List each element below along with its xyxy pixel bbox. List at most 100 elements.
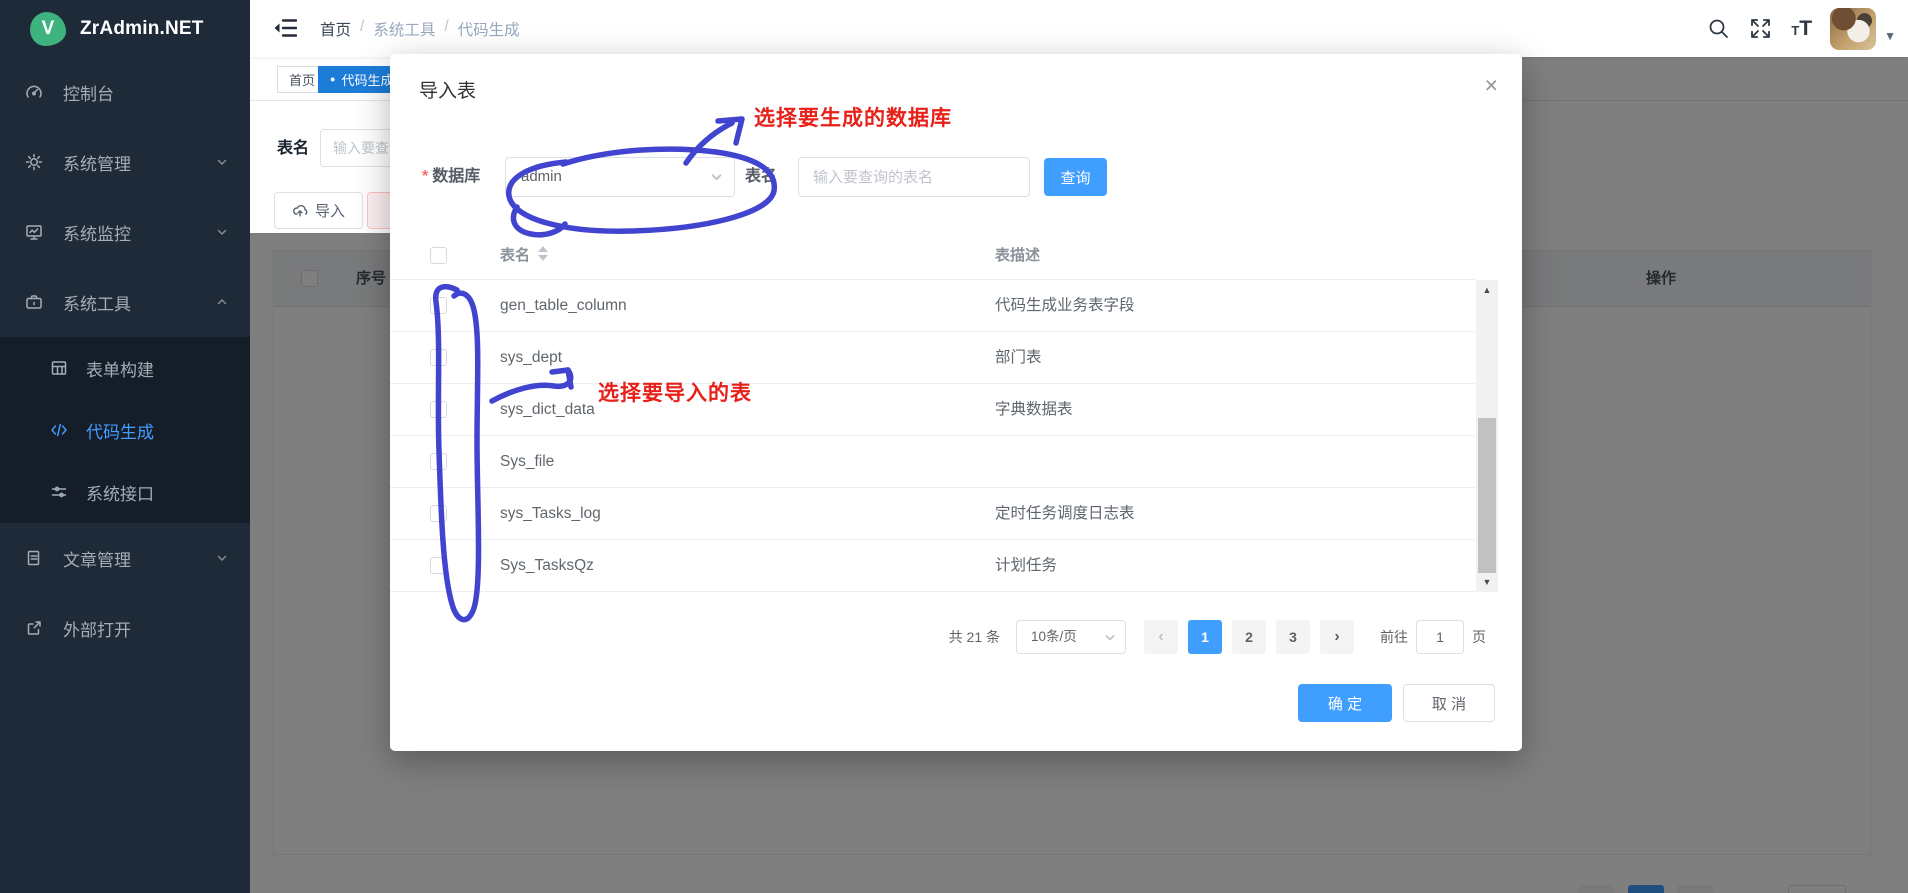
upload-icon [292,204,308,217]
sidebar-item-system-tools[interactable]: 系统工具 [0,267,250,337]
pagination-page-3[interactable]: 3 [1276,620,1310,654]
logo-letter: V [41,17,55,39]
cell-table-name: Sys_file [500,453,555,470]
toolbox-icon [26,295,42,309]
table-row: Sys_file [390,436,1475,488]
sidebar: V ZrAdmin.NET 控制台 系统管理 系统监控 系统工具 表单构建 代码… [0,0,250,893]
font-size-icon[interactable]: TT [1791,18,1812,39]
sidebar-item-label: 系统监控 [63,224,131,244]
cell-table-name: gen_table_column [500,297,627,314]
table-row: sys_Tasks_log 定时任务调度日志表 [390,488,1475,540]
form-icon [51,361,67,375]
article-icon [27,550,40,566]
sort-carets-icon[interactable] [538,246,548,261]
row-checkbox[interactable] [430,453,447,470]
table-scrollbar[interactable]: ▲ ▼ [1476,280,1498,592]
dashboard-icon [26,85,42,98]
pagination-page-2[interactable]: 2 [1232,620,1266,654]
chevron-down-icon [711,174,722,181]
caret-down-icon[interactable]: ▼ [1884,29,1896,43]
breadcrumb-separator: / [360,18,365,35]
database-select[interactable]: admin [505,157,735,197]
pagination-next-button[interactable]: › [1320,620,1354,654]
monitor-icon [26,225,42,240]
table-row: sys_dict_data 字典数据表 [390,384,1475,436]
cell-table-name: Sys_TasksQz [500,557,594,574]
scrollbar-thumb[interactable] [1478,418,1496,573]
active-dot-icon: ● [330,74,336,84]
close-icon[interactable]: × [1485,74,1498,97]
goto-suffix: 页 [1472,629,1486,645]
cell-table-desc: 计划任务 [995,557,1058,574]
cell-table-desc: 字典数据表 [995,401,1073,418]
sidebar-item-form-builder[interactable]: 表单构建 [0,337,250,399]
pagination: 共 21 条 10条/页 ‹ 1 2 3 › 前往 页 [949,620,1486,654]
sidebar-item-system-monitor[interactable]: 系统监控 [0,197,250,267]
sliders-icon [51,486,67,498]
database-label: * 数据库 [422,168,481,185]
cell-table-name: sys_dept [500,349,563,366]
table-name-query-input[interactable] [798,157,1030,197]
query-button[interactable]: 查询 [1044,158,1107,196]
sidebar-item-label: 代码生成 [86,422,154,442]
select-all-checkbox[interactable] [430,247,447,264]
table-row: Sys_TasksQz 计划任务 [390,540,1475,592]
page-size-value: 10条/页 [1031,629,1077,644]
column-header-table-desc: 表描述 [995,247,1041,264]
row-checkbox[interactable] [430,505,447,522]
sidebar-submenu-system-tools: 表单构建 代码生成 系统接口 [0,337,250,523]
user-avatar[interactable] [1830,7,1877,50]
row-checkbox[interactable] [430,401,447,418]
row-checkbox[interactable] [430,297,447,314]
sidebar-item-system-api[interactable]: 系统接口 [0,461,250,523]
import-table-dialog: 导入表 × *数据库 admin 表名 查询 表名 表描述 gen_table_… [390,54,1522,751]
sidebar-item-system-manage[interactable]: 系统管理 [0,127,250,197]
import-button[interactable]: 导入 [274,192,363,229]
sidebar-item-label: 外部打开 [63,620,131,640]
gear-icon [25,153,43,171]
goto-label: 前往 [1380,629,1408,645]
topbar: 首页 / 系统工具 / 代码生成 TT ▼ [250,0,1908,57]
row-checkbox[interactable] [430,349,447,366]
chevron-down-icon [217,229,227,235]
pagination-page-1[interactable]: 1 [1188,620,1222,654]
cell-table-desc: 代码生成业务表字段 [995,297,1135,314]
tag-label: 代码生成 [341,73,394,88]
chevron-up-icon [217,299,227,305]
sidebar-item-label: 系统接口 [86,484,154,504]
breadcrumb-separator: / [444,18,449,35]
sidebar-item-external-open[interactable]: 外部打开 [0,593,250,663]
sidebar-item-label: 系统管理 [63,154,131,174]
fullscreen-icon[interactable] [1749,17,1772,40]
topbar-actions: TT ▼ [1707,0,1908,57]
cell-table-desc: 部门表 [995,349,1042,366]
breadcrumb-home[interactable]: 首页 [320,18,351,40]
sidebar-item-code-generation[interactable]: 代码生成 [0,399,250,461]
sidebar-item-label: 控制台 [63,84,114,104]
row-checkbox[interactable] [430,557,447,574]
search-icon[interactable] [1707,17,1730,40]
sidebar-item-dashboard[interactable]: 控制台 [0,57,250,127]
goto-page-input[interactable] [1416,620,1464,654]
dialog-title: 导入表 [419,81,477,102]
confirm-button[interactable]: 确 定 [1298,684,1392,722]
sidebar-item-label: 系统工具 [63,294,131,314]
scroll-down-icon[interactable]: ▼ [1476,574,1498,590]
pagination-prev-button[interactable]: ‹ [1144,620,1178,654]
app-logo[interactable]: V ZrAdmin.NET [0,0,250,57]
table-row: sys_dept 部门表 [390,332,1475,384]
modal-table-body: gen_table_column 代码生成业务表字段 sys_dept 部门表 … [390,280,1475,592]
sidebar-fold-icon[interactable] [273,17,297,39]
sidebar-item-article-manage[interactable]: 文章管理 [0,523,250,593]
code-icon [51,423,67,437]
column-header-table-name[interactable]: 表名 [500,232,530,280]
breadcrumb-code-generation: 代码生成 [457,22,520,39]
cancel-button[interactable]: 取 消 [1403,684,1495,722]
breadcrumb-system-tools: 系统工具 [373,22,436,39]
modal-overlay [1522,57,1908,233]
page-size-select[interactable]: 10条/页 [1016,620,1126,654]
scroll-up-icon[interactable]: ▲ [1476,282,1498,298]
database-select-value: admin [521,168,562,185]
chevron-down-icon [217,159,227,165]
required-mark: * [422,168,429,185]
